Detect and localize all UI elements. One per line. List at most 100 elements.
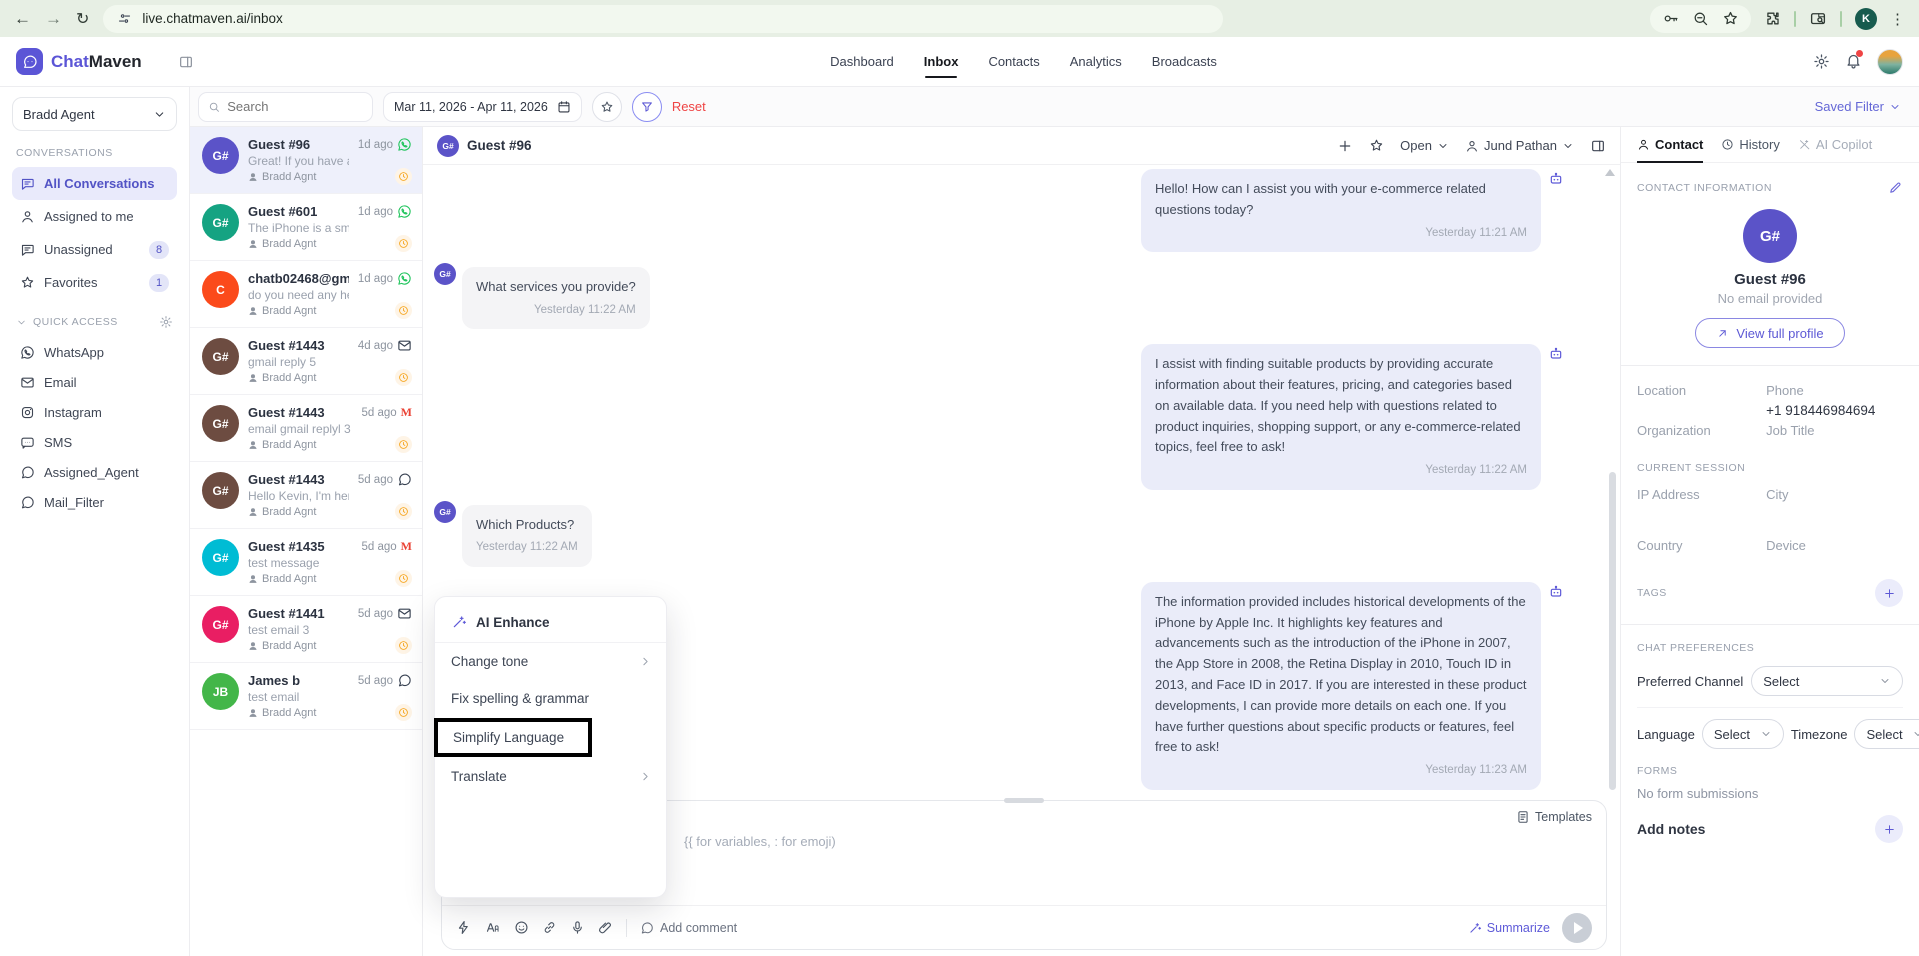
conversation-item[interactable]: G# Guest #1443 gmail reply 5 Bradd Agnt … <box>190 328 422 395</box>
microphone-icon[interactable] <box>570 920 585 935</box>
tab-ai-copilot[interactable]: AI Copilot <box>1798 127 1872 162</box>
browser-menu-icon[interactable]: ⋮ <box>1890 10 1905 28</box>
browser-chrome: ← → ↻ live.chatmaven.ai/inbox K ⋮ <box>0 0 1919 37</box>
chatmaven-logo[interactable]: ChatMaven <box>16 48 166 75</box>
scrollbar-thumb[interactable] <box>1609 472 1616 790</box>
plus-icon <box>1883 587 1896 600</box>
composer-drag-handle[interactable] <box>1004 798 1044 803</box>
add-note-button[interactable] <box>1875 815 1903 843</box>
conversation-item[interactable]: G# Guest #601 The iPhone is a smartphone… <box>190 194 422 261</box>
templates-label: Templates <box>1535 810 1592 824</box>
conversation-item[interactable]: C chatb02468@gmail... do you need any he… <box>190 261 422 328</box>
attachment-icon[interactable] <box>598 920 613 935</box>
status-dropdown[interactable]: Open <box>1400 138 1449 153</box>
language-select[interactable]: Select <box>1702 719 1784 749</box>
date-range-picker[interactable]: Mar 11, 2026 - Apr 11, 2026 <box>383 92 582 122</box>
conversation-item[interactable]: G# Guest #1443 Hello Kevin, I'm here to … <box>190 462 422 529</box>
quick-item-label: Mail_Filter <box>44 495 104 510</box>
extensions-puzzle-icon[interactable] <box>1764 10 1781 27</box>
search-field[interactable] <box>227 99 363 114</box>
nav-analytics[interactable]: Analytics <box>1070 54 1122 69</box>
search-input[interactable] <box>198 92 373 122</box>
browser-forward-button[interactable]: → <box>45 9 62 29</box>
bookmark-star-icon[interactable] <box>1722 10 1739 27</box>
password-key-icon[interactable] <box>1662 10 1679 27</box>
summarize-button[interactable]: Summarize <box>1468 921 1550 935</box>
menu-item-translate[interactable]: Translate <box>435 758 666 795</box>
menu-item-change-tone[interactable]: Change tone <box>435 643 666 680</box>
message-time: Yesterday 11:21 AM <box>1155 224 1527 242</box>
add-icon[interactable] <box>1337 138 1353 154</box>
text-format-icon[interactable] <box>484 920 501 935</box>
menu-item-fix-spelling[interactable]: Fix spelling & grammar <box>435 680 666 717</box>
quick-access-whatsapp[interactable]: WhatsApp <box>12 337 177 367</box>
user-avatar[interactable] <box>1877 49 1903 75</box>
emoji-icon[interactable] <box>514 920 529 935</box>
agent-select[interactable]: Bradd Agent <box>12 97 177 131</box>
reset-filter-button[interactable]: Reset <box>672 99 706 114</box>
menu-item-simplify-language[interactable]: Simplify Language <box>434 718 592 757</box>
message-text: Hello! How can I assist you with your e-… <box>1155 181 1486 217</box>
conversation-name: Guest #1443 <box>248 338 349 353</box>
preferred-channel-select[interactable]: Select <box>1751 666 1903 696</box>
chevron-down-icon[interactable] <box>16 317 27 328</box>
add-comment-button[interactable]: Add comment <box>640 921 737 935</box>
settings-gear-icon[interactable] <box>1813 53 1830 70</box>
quick-access-settings-icon[interactable] <box>159 315 173 329</box>
link-icon[interactable] <box>542 920 557 935</box>
saved-filter-dropdown[interactable]: Saved Filter <box>1815 99 1901 114</box>
conversation-item[interactable]: JB James b test email Bradd Agnt 5d ago <box>190 663 422 730</box>
timezone-select[interactable]: Select <box>1854 719 1919 749</box>
conversation-item[interactable]: G# Guest #1441 test email 3 Bradd Agnt 5… <box>190 596 422 663</box>
scroll-up-arrow[interactable] <box>1605 169 1615 176</box>
send-button[interactable] <box>1562 913 1592 943</box>
sidebar-item-favorites[interactable]: Favorites 1 <box>12 266 177 299</box>
ai-copilot-icon <box>1798 138 1811 151</box>
quick-access-email[interactable]: Email <box>12 367 177 397</box>
tags-title: TAGS <box>1637 587 1667 599</box>
browser-profile-avatar[interactable]: K <box>1855 8 1877 30</box>
browser-back-button[interactable]: ← <box>14 9 31 29</box>
filter-button[interactable] <box>632 92 662 122</box>
assigned-agent: Bradd Agnt <box>248 640 349 652</box>
sidebar-item-unassigned[interactable]: Unassigned 8 <box>12 233 177 266</box>
conversation-item[interactable]: G# Guest #1443 email gmail replyl 3 Brad… <box>190 395 422 462</box>
avatar: JB <box>202 673 239 710</box>
assignee-dropdown[interactable]: Jund Pathan <box>1465 138 1574 153</box>
edit-pencil-icon[interactable] <box>1888 180 1903 195</box>
zoom-out-icon[interactable] <box>1692 10 1709 27</box>
nav-broadcasts[interactable]: Broadcasts <box>1152 54 1217 69</box>
nav-inbox[interactable]: Inbox <box>924 54 959 69</box>
quick-actions-icon[interactable] <box>456 920 471 935</box>
quick-access-instagram[interactable]: Instagram <box>12 397 177 427</box>
chat-preferences-title: CHAT PREFERENCES <box>1637 642 1903 654</box>
conversation-preview: do you need any help from... <box>248 288 349 302</box>
sidebar-item-assigned-to-me[interactable]: Assigned to me <box>12 200 177 233</box>
quick-access-sms[interactable]: SMS <box>12 427 177 457</box>
nav-contacts[interactable]: Contacts <box>988 54 1039 69</box>
sidebar-collapse-icon[interactable] <box>178 54 194 70</box>
view-full-profile-button[interactable]: View full profile <box>1695 318 1845 348</box>
sidebar-item-all-conversations[interactable]: All Conversations <box>12 167 177 200</box>
conversation-time: 5d ago <box>358 675 393 687</box>
tab-history[interactable]: History <box>1721 127 1779 162</box>
star-icon[interactable] <box>1369 138 1384 153</box>
panel-toggle-icon[interactable] <box>1590 138 1606 154</box>
conversation-item[interactable]: G# Guest #1435 test message Bradd Agnt 5… <box>190 529 422 596</box>
quick-access-mail-filter[interactable]: Mail_Filter <box>12 487 177 517</box>
quick-access-assigned-agent[interactable]: Assigned_Agent <box>12 457 177 487</box>
tab-search-icon[interactable] <box>1809 10 1827 28</box>
templates-button[interactable]: Templates <box>1516 810 1592 824</box>
conversation-name: Guest #1441 <box>248 606 349 621</box>
assigned-agent: Bradd Agnt <box>248 372 349 384</box>
conversation-item[interactable]: G# Guest #96 Great! If you have any more… <box>190 127 422 194</box>
nav-dashboard[interactable]: Dashboard <box>830 54 894 69</box>
tab-contact[interactable]: Contact <box>1637 127 1703 162</box>
address-bar[interactable]: live.chatmaven.ai/inbox <box>103 5 1223 33</box>
date-range-value: Mar 11, 2026 - Apr 11, 2026 <box>394 100 548 114</box>
bot-icon <box>1548 346 1564 362</box>
add-tag-button[interactable] <box>1875 579 1903 607</box>
favorite-filter-button[interactable] <box>592 92 622 122</box>
browser-reload-button[interactable]: ↻ <box>76 9 89 29</box>
preferred-channel-row: Preferred Channel Select <box>1637 666 1903 708</box>
